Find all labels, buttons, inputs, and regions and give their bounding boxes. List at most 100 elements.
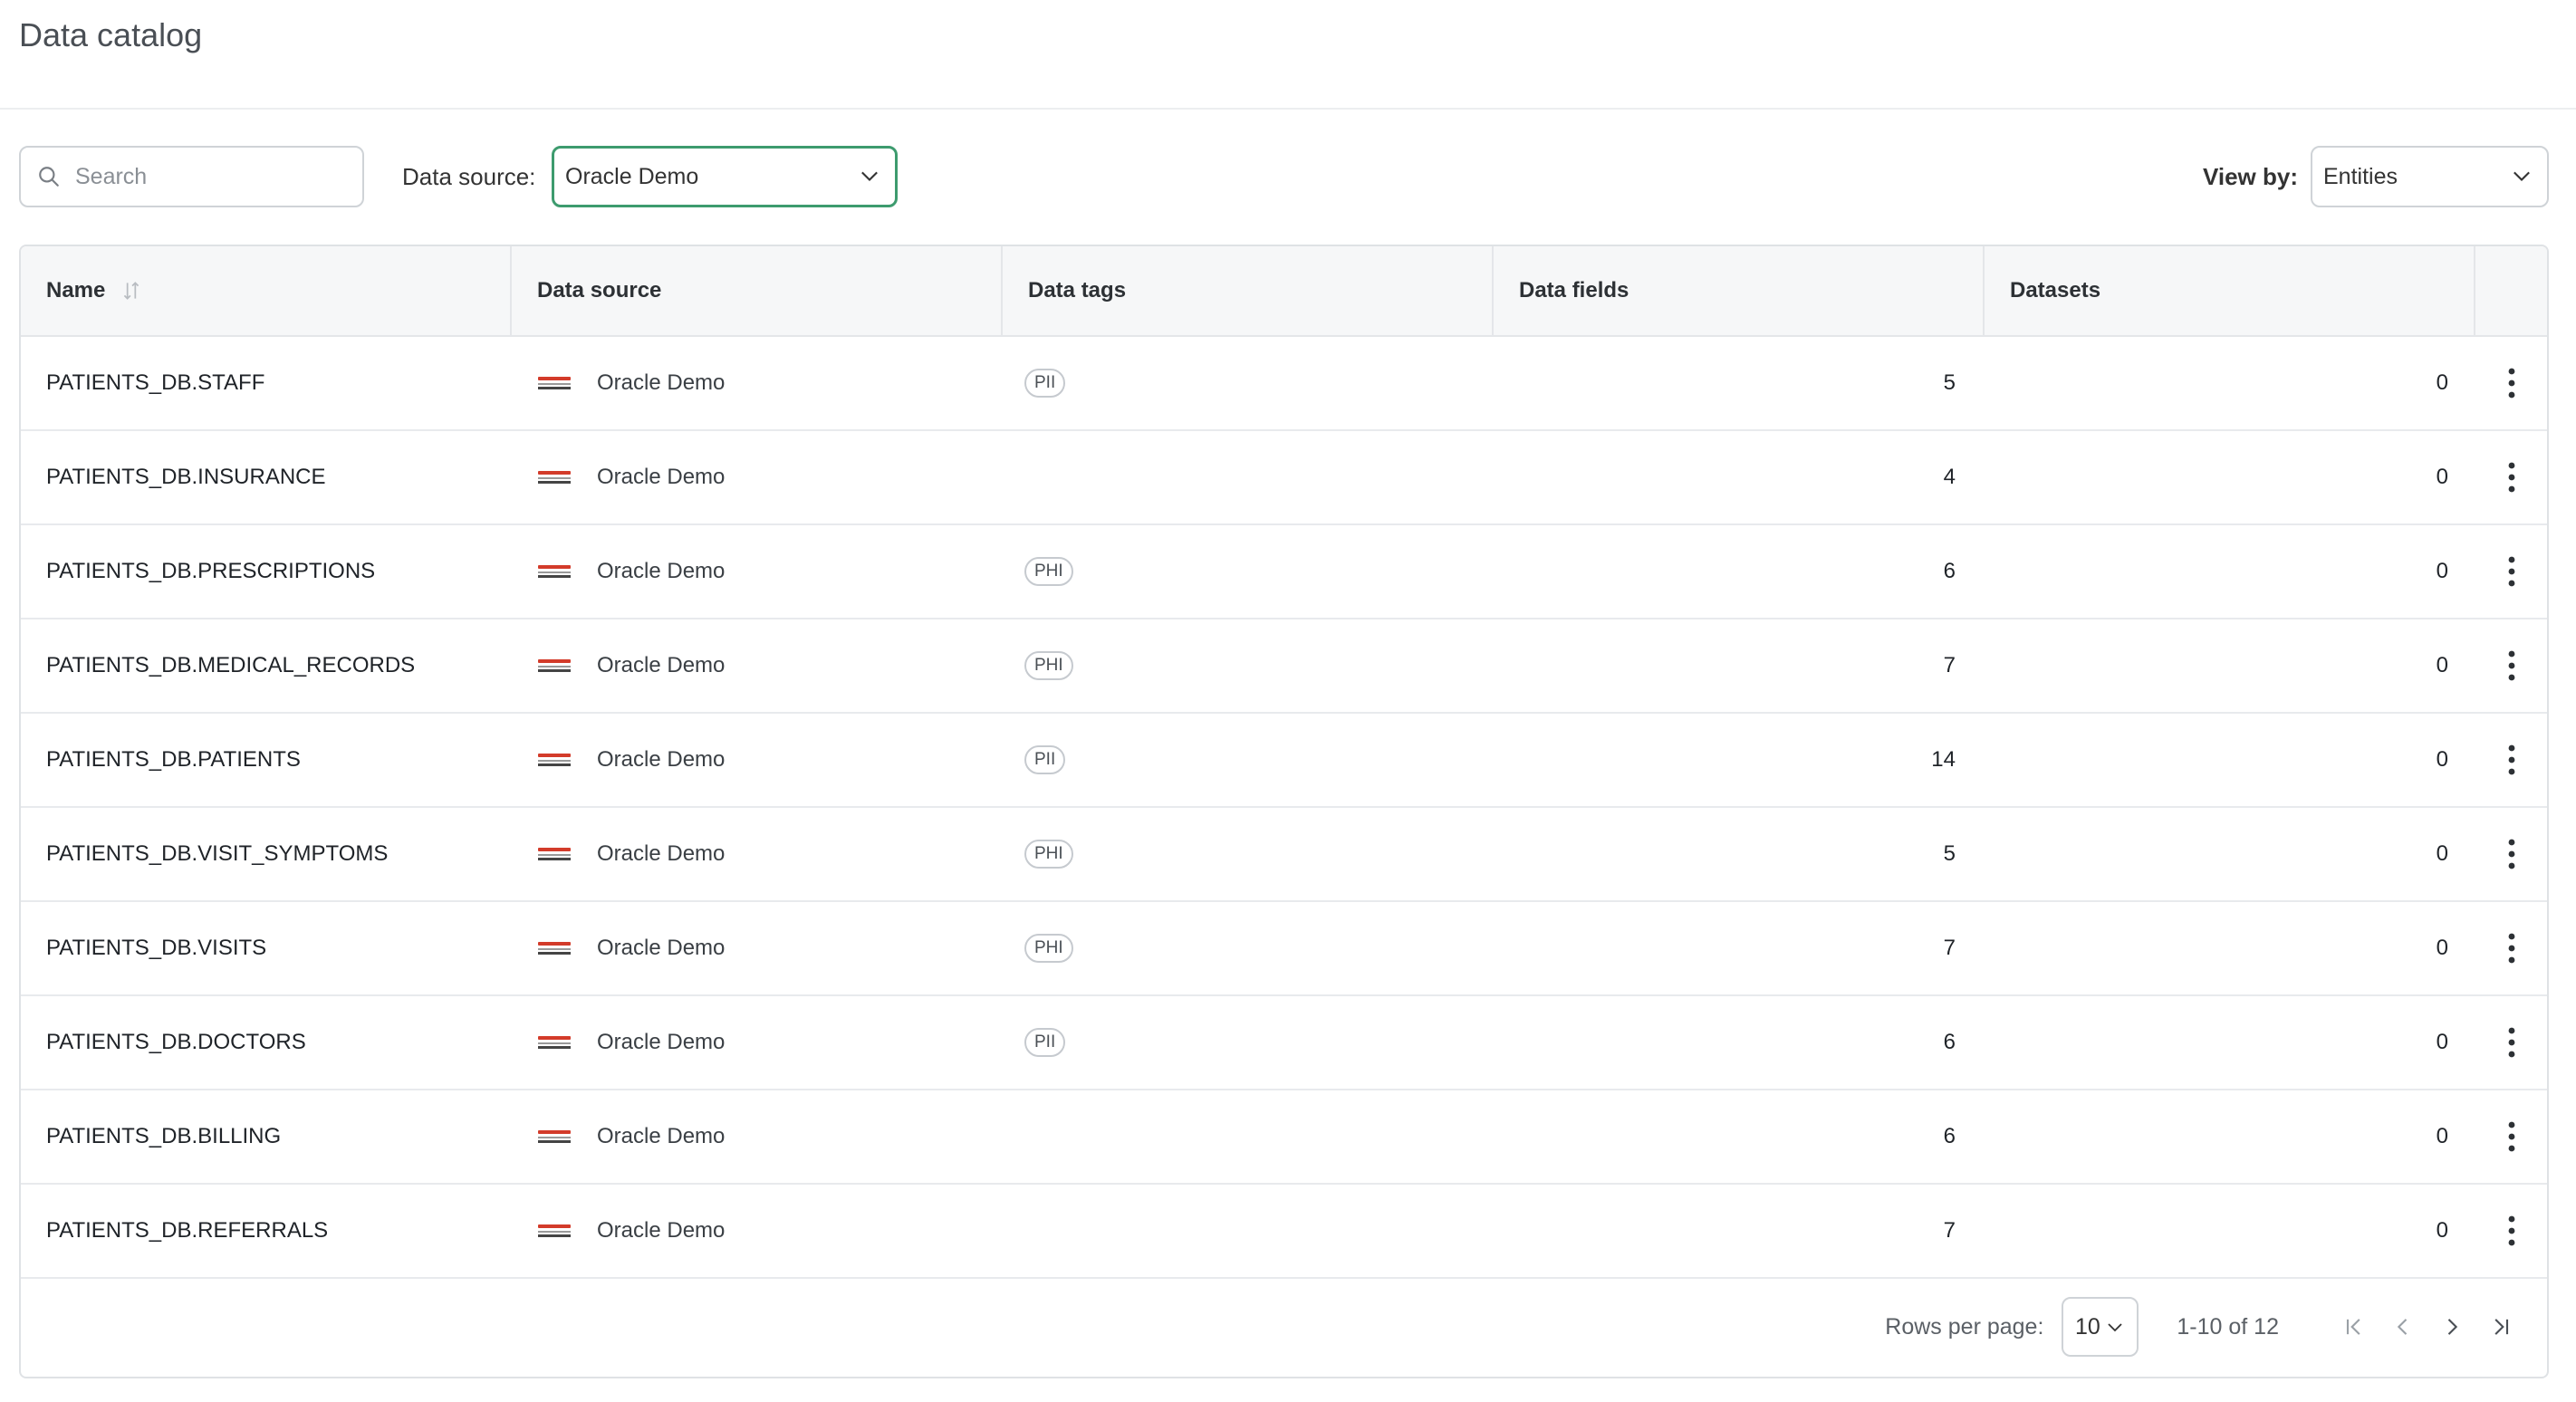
data-source-select[interactable]: Oracle Demo [552, 146, 898, 207]
entity-name[interactable]: PATIENTS_DB.BILLING [21, 1124, 512, 1149]
data-tags-cell: PHI [1003, 557, 1494, 586]
data-source-name: Oracle Demo [597, 653, 726, 677]
oracle-logo-icon [538, 565, 571, 578]
rows-per-page-select[interactable]: 10 [2062, 1297, 2139, 1357]
first-page-button[interactable] [2330, 1302, 2379, 1351]
data-source-label: Data source: [402, 163, 536, 190]
more-vertical-icon [2508, 933, 2514, 964]
data-source-name: Oracle Demo [597, 1030, 726, 1054]
data-tag-badge: PHI [1024, 557, 1073, 586]
data-tags-cell: PHI [1003, 651, 1494, 680]
entity-name[interactable]: PATIENTS_DB.MEDICAL_RECORDS [21, 653, 512, 678]
table-row[interactable]: PATIENTS_DB.STAFF Oracle Demo PII 5 0 [21, 337, 2547, 431]
column-header-name[interactable]: Name [21, 246, 512, 335]
entity-name[interactable]: PATIENTS_DB.STAFF [21, 370, 512, 396]
datasets-count: 0 [2436, 1218, 2448, 1243]
next-page-button[interactable] [2427, 1302, 2476, 1351]
last-page-button[interactable] [2476, 1302, 2525, 1351]
datasets-count: 0 [2436, 370, 2448, 395]
row-actions-cell [2475, 455, 2547, 500]
column-header-label: Data fields [1519, 278, 1629, 302]
data-tag-badge: PHI [1024, 934, 1073, 963]
sort-icon[interactable] [120, 279, 143, 302]
row-menu-button[interactable] [2494, 549, 2530, 594]
view-by-select[interactable]: Entities [2311, 146, 2549, 207]
table-row[interactable]: PATIENTS_DB.DOCTORS Oracle Demo PII 6 0 [21, 996, 2547, 1090]
row-menu-button[interactable] [2494, 831, 2530, 877]
table-row[interactable]: PATIENTS_DB.INSURANCE Oracle Demo 4 0 [21, 431, 2547, 525]
column-header-data-source: Data source [512, 246, 1003, 335]
row-menu-button[interactable] [2494, 1208, 2530, 1253]
data-fields-count: 4 [1943, 465, 1956, 489]
data-source-cell: Oracle Demo [512, 936, 1003, 961]
more-vertical-icon [2508, 744, 2514, 775]
table-header: Name Data source Data tags Data fields D… [21, 246, 2547, 337]
datasets-count: 0 [2436, 936, 2448, 960]
view-by-label: View by: [2203, 163, 2299, 190]
entity-name[interactable]: PATIENTS_DB.VISIT_SYMPTOMS [21, 841, 512, 867]
row-menu-button[interactable] [2494, 643, 2530, 688]
data-source-name: Oracle Demo [597, 936, 726, 960]
entity-name[interactable]: PATIENTS_DB.PATIENTS [21, 747, 512, 773]
chevron-down-icon [861, 171, 878, 181]
table-row[interactable]: PATIENTS_DB.MEDICAL_RECORDS Oracle Demo … [21, 619, 2547, 714]
oracle-logo-icon [538, 471, 571, 484]
table-row[interactable]: PATIENTS_DB.PATIENTS Oracle Demo PII 14 … [21, 714, 2547, 808]
data-source-cell: Oracle Demo [512, 559, 1003, 584]
data-fields-count: 6 [1943, 1030, 1956, 1054]
row-menu-button[interactable] [2494, 455, 2530, 500]
chevron-right-icon [2447, 1319, 2458, 1335]
data-source-name: Oracle Demo [597, 559, 726, 583]
data-tags-cell: PHI [1003, 934, 1494, 963]
row-actions-cell [2475, 549, 2547, 594]
data-source-cell: Oracle Demo [512, 465, 1003, 490]
search-input[interactable] [73, 162, 349, 191]
data-source-cell: Oracle Demo [512, 370, 1003, 396]
data-fields-count: 6 [1943, 1124, 1956, 1148]
entity-name[interactable]: PATIENTS_DB.VISITS [21, 936, 512, 961]
column-header-label: Data tags [1028, 278, 1127, 302]
last-page-icon [2494, 1319, 2509, 1335]
column-header-label: Data source [537, 278, 662, 302]
more-vertical-icon [2508, 839, 2514, 869]
table-row[interactable]: PATIENTS_DB.REFERRALS Oracle Demo 7 0 [21, 1185, 2547, 1279]
table-row[interactable]: PATIENTS_DB.VISIT_SYMPTOMS Oracle Demo P… [21, 808, 2547, 902]
entities-table: Name Data source Data tags Data fields D… [19, 245, 2549, 1378]
data-tags-cell: PHI [1003, 840, 1494, 869]
row-menu-button[interactable] [2494, 360, 2530, 406]
entity-name[interactable]: PATIENTS_DB.REFERRALS [21, 1218, 512, 1244]
row-menu-button[interactable] [2494, 737, 2530, 783]
search-field[interactable] [19, 146, 364, 207]
more-vertical-icon [2508, 1027, 2514, 1058]
column-header-datasets: Datasets [1985, 246, 2475, 335]
row-menu-button[interactable] [2494, 926, 2530, 971]
oracle-logo-icon [538, 1130, 571, 1143]
row-menu-button[interactable] [2494, 1020, 2530, 1065]
table-row[interactable]: PATIENTS_DB.BILLING Oracle Demo 6 0 [21, 1090, 2547, 1185]
data-source-cell: Oracle Demo [512, 841, 1003, 867]
rows-per-page-label: Rows per page: [1885, 1313, 2044, 1340]
header-divider [0, 108, 2576, 110]
table-row[interactable]: PATIENTS_DB.VISITS Oracle Demo PHI 7 0 [21, 902, 2547, 996]
chevron-down-icon [2108, 1323, 2122, 1332]
row-actions-cell [2475, 1020, 2547, 1065]
more-vertical-icon [2508, 368, 2514, 399]
previous-page-button[interactable] [2379, 1302, 2427, 1351]
datasets-count: 0 [2436, 841, 2448, 866]
more-vertical-icon [2508, 1121, 2514, 1152]
data-fields-count: 7 [1943, 936, 1956, 960]
table-row[interactable]: PATIENTS_DB.PRESCRIPTIONS Oracle Demo PH… [21, 525, 2547, 619]
entity-name[interactable]: PATIENTS_DB.DOCTORS [21, 1030, 512, 1055]
entity-name[interactable]: PATIENTS_DB.INSURANCE [21, 465, 512, 490]
row-menu-button[interactable] [2494, 1114, 2530, 1159]
page-title: Data catalog [19, 16, 203, 53]
data-source-name: Oracle Demo [597, 370, 726, 395]
data-tag-badge: PII [1024, 1028, 1066, 1057]
column-header-data-tags: Data tags [1003, 246, 1494, 335]
chevron-left-icon [2397, 1319, 2408, 1335]
datasets-count: 0 [2436, 747, 2448, 772]
data-tags-cell: PII [1003, 1028, 1494, 1057]
row-actions-cell [2475, 1208, 2547, 1253]
entity-name[interactable]: PATIENTS_DB.PRESCRIPTIONS [21, 559, 512, 584]
more-vertical-icon [2508, 462, 2514, 493]
